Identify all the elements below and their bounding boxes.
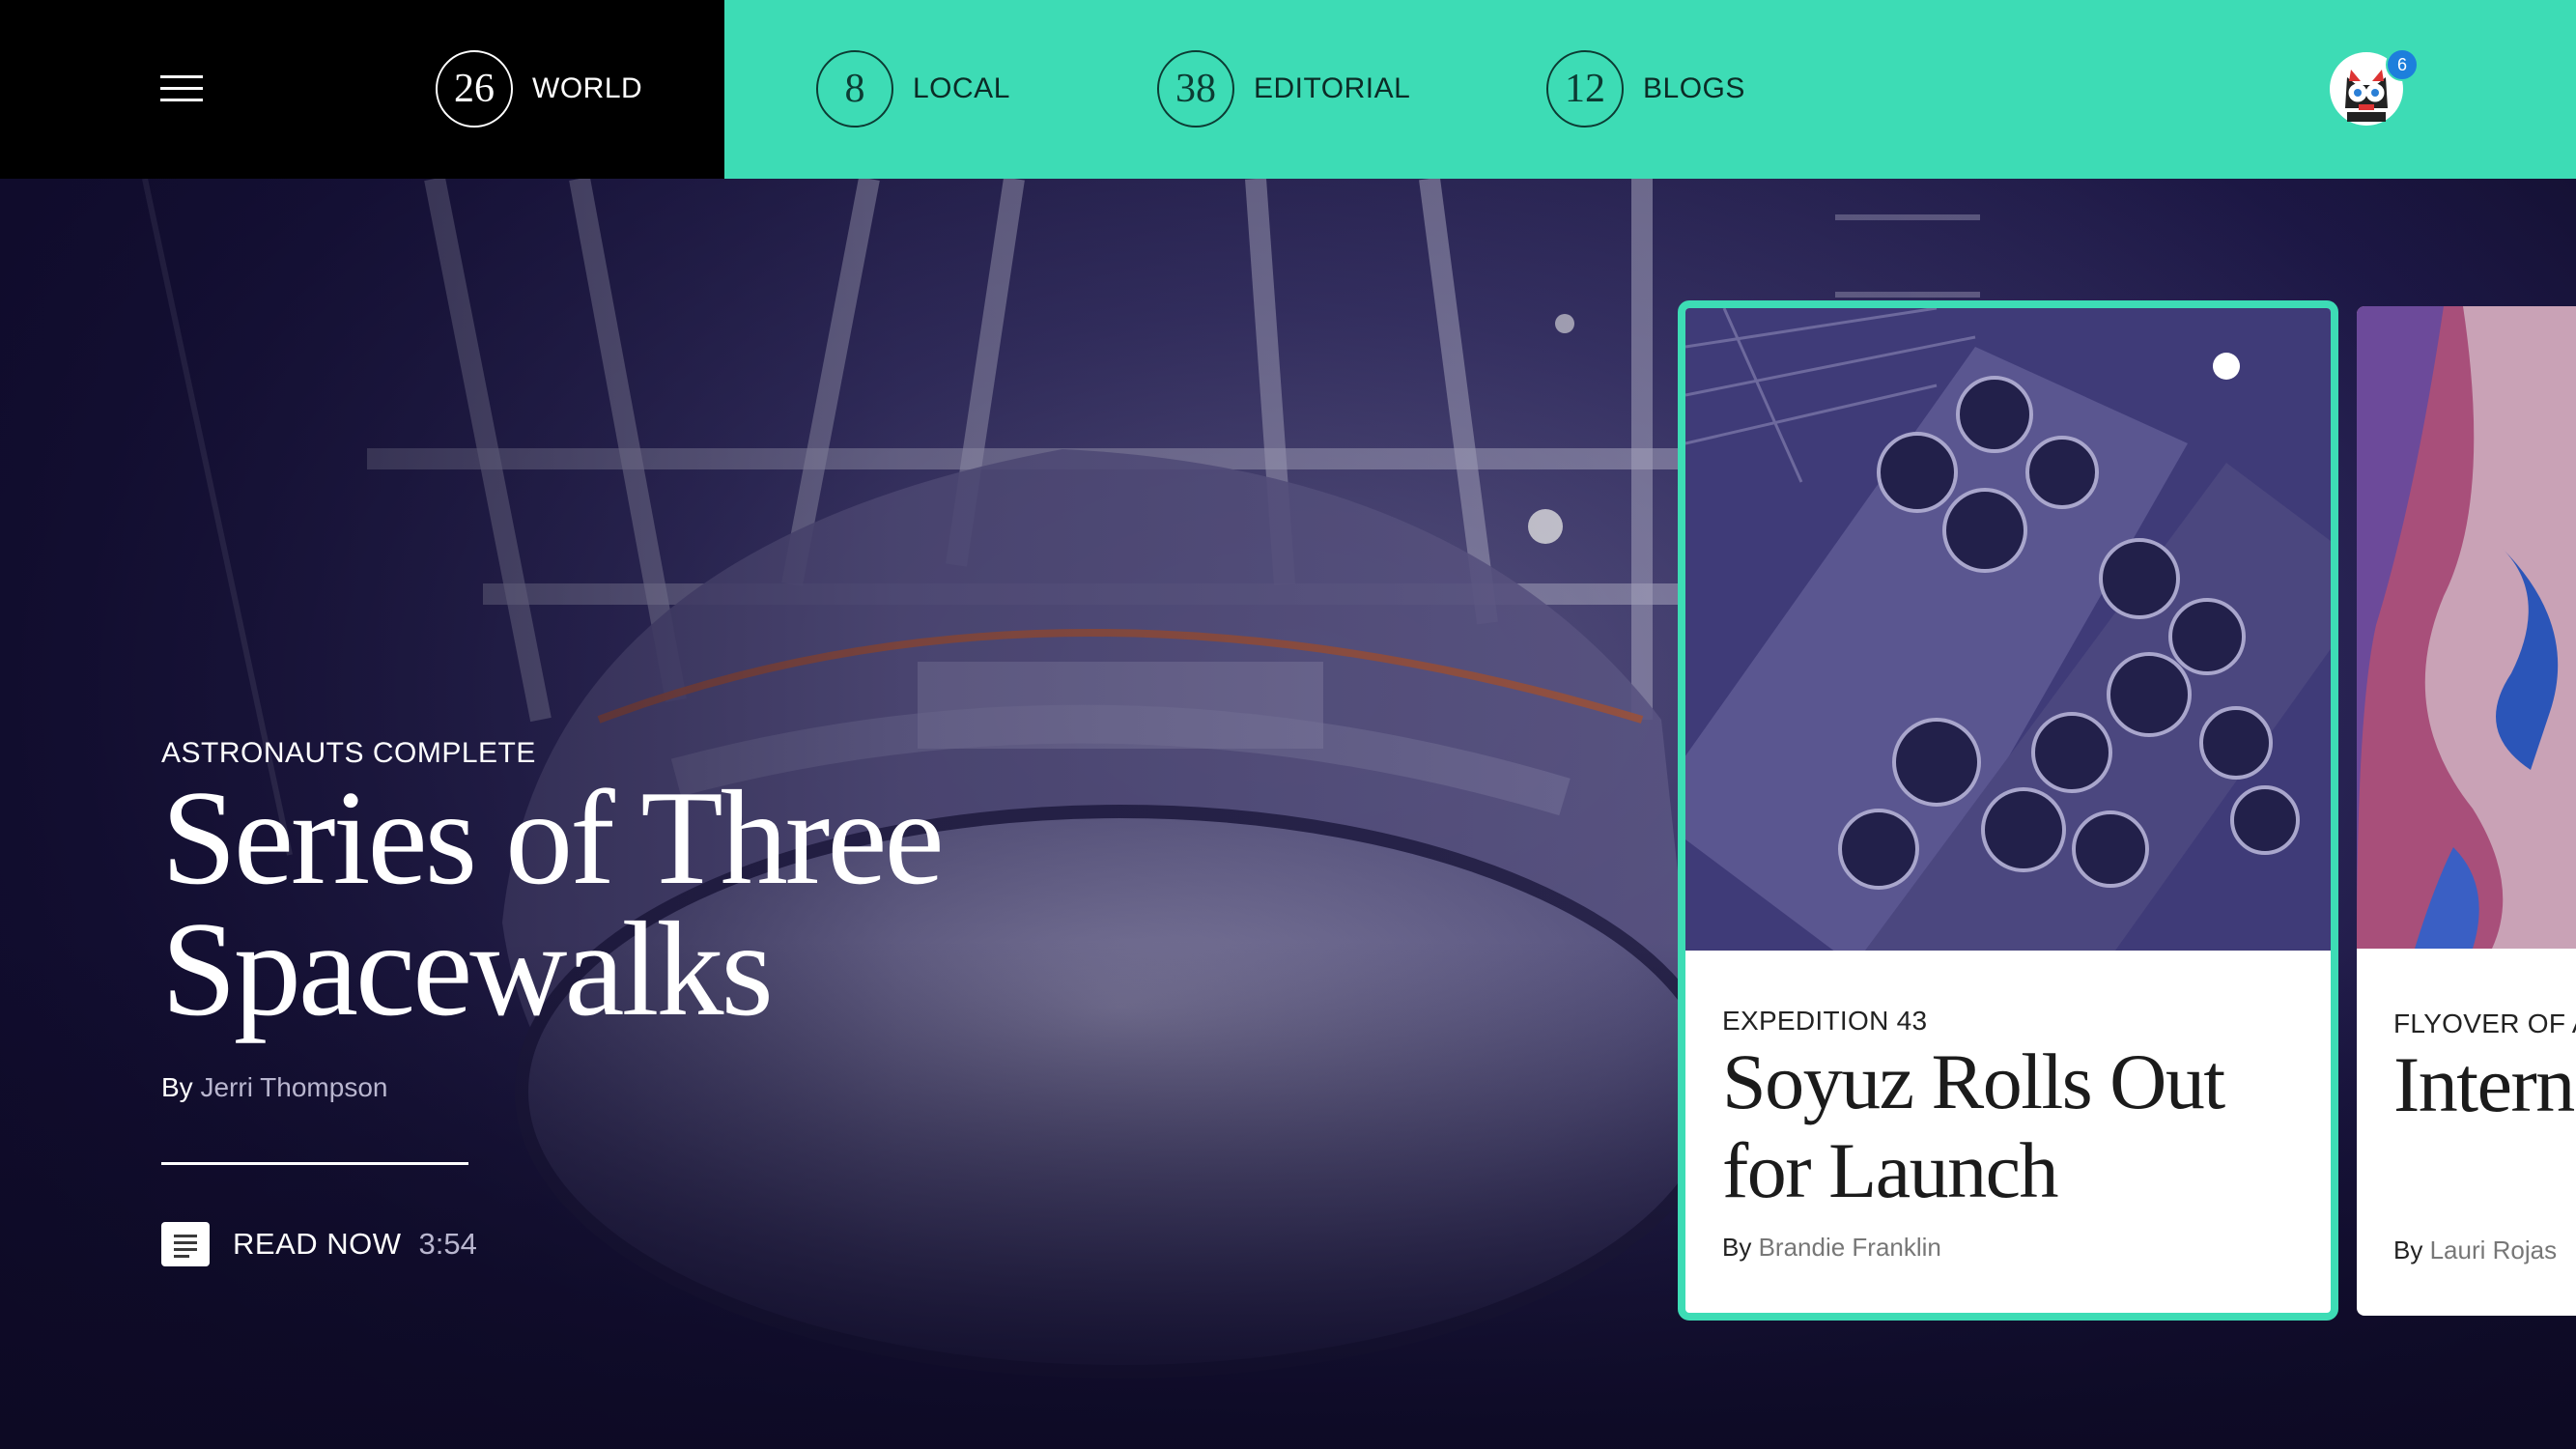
nav-count-badge: 26 — [436, 50, 513, 128]
hero-byline: By Jerri Thompson — [161, 1072, 387, 1103]
card-thumbnail — [2357, 306, 2576, 949]
hero-headline[interactable]: Series of Three Spacewalks — [161, 771, 1031, 1037]
nav-tab-blogs[interactable]: 12 BLOGS — [1546, 50, 1745, 128]
article-card-flyover[interactable]: FLYOVER OF A Intern Space By Lauri Rojas — [2357, 306, 2576, 1316]
hamburger-menu-icon[interactable] — [160, 75, 203, 102]
byline-author: Lauri Rojas — [2429, 1236, 2558, 1264]
card-kicker: FLYOVER OF A — [2393, 1009, 2576, 1038]
card-title: Intern Space — [2393, 1040, 2576, 1128]
nav-count-badge: 12 — [1546, 50, 1624, 128]
hero-section: ASTRONAUTS COMPLETE Series of Three Spac… — [0, 179, 2576, 1449]
nav-tab-local[interactable]: 8 LOCAL — [816, 50, 1010, 128]
nav-count-badge: 8 — [816, 50, 893, 128]
card-kicker: EXPEDITION 43 — [1722, 1006, 1928, 1036]
byline-prefix: By — [161, 1072, 193, 1102]
read-now-label: READ NOW — [233, 1227, 402, 1261]
article-card-soyuz[interactable]: EXPEDITION 43 Soyuz Rolls Out for Launch… — [1678, 300, 2338, 1321]
nav-teal-section: 8 LOCAL 38 EDITORIAL 12 BLOGS — [724, 0, 2576, 179]
read-now-button[interactable]: READ NOW 3:54 — [161, 1222, 477, 1266]
nav-tab-label: BLOGS — [1643, 72, 1745, 104]
card-title: Soyuz Rolls Out for Launch — [1722, 1037, 2225, 1214]
read-time: 3:54 — [418, 1227, 477, 1261]
nav-tab-label: WORLD — [532, 72, 643, 104]
article-icon — [161, 1222, 210, 1266]
nav-tab-world[interactable]: 26 WORLD — [436, 50, 642, 128]
byline-author[interactable]: Jerri Thompson — [200, 1072, 387, 1102]
notification-badge: 6 — [2386, 48, 2419, 81]
card-byline: By Brandie Franklin — [1722, 1233, 1941, 1263]
card-byline: By Lauri Rojas — [2393, 1236, 2557, 1265]
user-avatar[interactable]: 6 — [2330, 48, 2419, 126]
byline-prefix: By — [1722, 1233, 1752, 1262]
byline-prefix: By — [2393, 1236, 2423, 1264]
nav-dark-section: 26 WORLD — [0, 0, 724, 179]
nav-tab-editorial[interactable]: 38 EDITORIAL — [1157, 50, 1410, 128]
card-thumbnail — [1685, 308, 2331, 951]
nav-tab-label: EDITORIAL — [1254, 72, 1411, 104]
hero-divider — [161, 1162, 468, 1165]
top-navigation-bar: 26 WORLD 8 LOCAL 38 EDITORIAL 12 BLOGS 6 — [0, 0, 2576, 179]
byline-author: Brandie Franklin — [1758, 1233, 1941, 1262]
nav-count-badge: 38 — [1157, 50, 1234, 128]
nav-tab-label: LOCAL — [913, 72, 1010, 104]
